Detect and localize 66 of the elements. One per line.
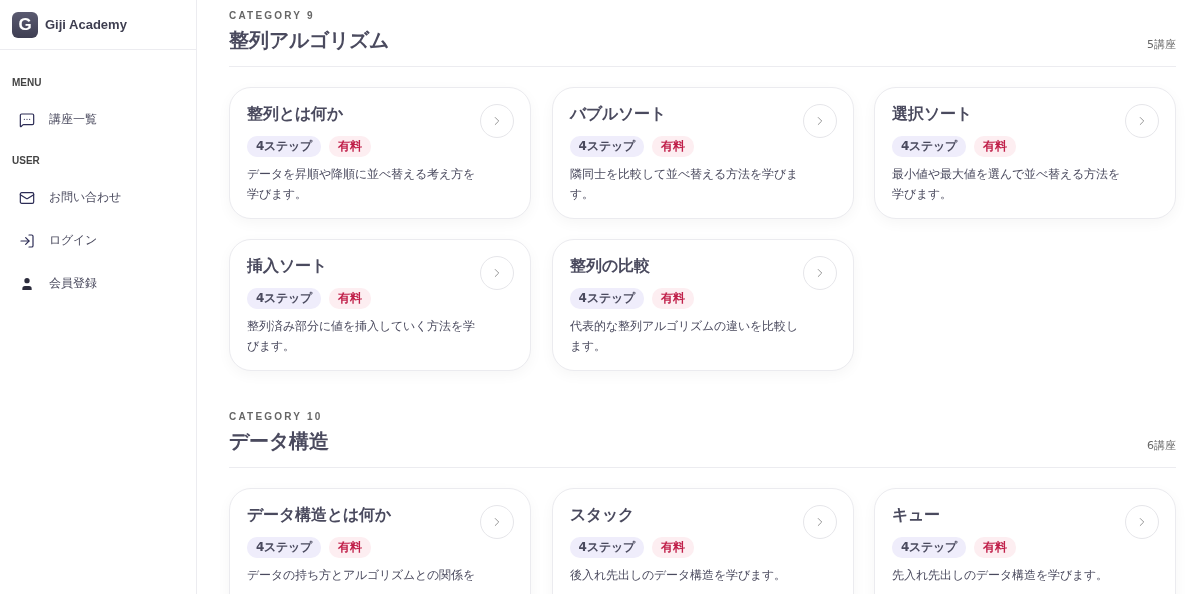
- category-label: CATEGORY 10: [229, 411, 324, 422]
- course-card[interactable]: バブルソート 4ステップ 有料 隣同士を比較して並べ替える方法を学びます。: [551, 87, 854, 219]
- chat-icon: [19, 111, 35, 128]
- open-course-button[interactable]: [802, 104, 837, 138]
- steps-tag: 4ステップ: [569, 136, 644, 157]
- paid-tag: 有料: [974, 136, 1017, 157]
- course-count: 5講座: [1147, 37, 1176, 52]
- category-title: データ構造: [229, 428, 329, 455]
- course-title: 挿入ソート: [247, 256, 327, 277]
- steps-tag: 4ステップ: [892, 537, 967, 558]
- course-description: データの持ち方とアルゴリズムとの関係を: [247, 567, 476, 584]
- course-description: 後入れ先出しのデータ構造を学びます。: [569, 567, 787, 584]
- open-course-button[interactable]: [1125, 505, 1159, 539]
- course-title: スタック: [569, 505, 634, 526]
- course-title: データ構造とは何か: [247, 505, 391, 526]
- open-course-button[interactable]: [1125, 104, 1159, 138]
- paid-tag: 有料: [329, 136, 372, 157]
- person-icon: [19, 275, 35, 292]
- open-course-button[interactable]: [480, 256, 514, 290]
- open-course-button[interactable]: [480, 505, 514, 539]
- steps-tag: 4ステップ: [247, 537, 322, 558]
- paid-tag: 有料: [329, 288, 372, 309]
- brand-name: Giji Academy: [45, 17, 127, 32]
- open-course-button[interactable]: [480, 104, 514, 138]
- course-description: 最小値や最大値を選んで並べ替える方法を学びます。: [892, 166, 1121, 203]
- course-card[interactable]: 挿入ソート 4ステップ 有料 整列済み部分に値を挿入していく方法を学びます。: [229, 239, 531, 371]
- course-title: 整列とは何か: [247, 104, 343, 125]
- category-title: 整列アルゴリズム: [229, 27, 389, 54]
- course-description: データを昇順や降順に並べ替える考え方を学びます。: [247, 166, 476, 203]
- mail-icon: [19, 189, 35, 206]
- course-title: キュー: [892, 505, 940, 526]
- logo: G: [12, 11, 38, 38]
- course-card[interactable]: 選択ソート 4ステップ 有料 最小値や最大値を選んで並べ替える方法を学びます。: [874, 87, 1176, 219]
- paid-tag: 有料: [974, 537, 1017, 558]
- course-title: 整列の比較: [569, 256, 650, 277]
- steps-tag: 4ステップ: [569, 288, 644, 309]
- course-card[interactable]: キュー 4ステップ 有料 先入れ先出しのデータ構造を学びます。: [874, 488, 1176, 594]
- sidebar-heading: USER: [11, 154, 41, 168]
- steps-tag: 4ステップ: [247, 288, 322, 309]
- course-description: 整列済み部分に値を挿入していく方法を学びます。: [247, 318, 476, 355]
- steps-tag: 4ステップ: [247, 136, 322, 157]
- open-course-button[interactable]: [802, 505, 837, 539]
- course-card[interactable]: データ構造とは何か 4ステップ 有料 データの持ち方とアルゴリズムとの関係を: [229, 488, 531, 594]
- login-icon: [19, 232, 35, 249]
- course-card[interactable]: スタック 4ステップ 有料 後入れ先出しのデータ構造を学びます。: [551, 488, 854, 594]
- steps-tag: 4ステップ: [569, 537, 644, 558]
- course-description: 先入れ先出しのデータ構造を学びます。: [892, 567, 1109, 584]
- course-card[interactable]: 整列の比較 4ステップ 有料 代表的な整列アルゴリズムの違いを比較します。: [551, 239, 854, 371]
- course-card[interactable]: 整列とは何か 4ステップ 有料 データを昇順や降順に並べ替える考え方を学びます。: [229, 87, 531, 219]
- sidebar-heading: MENU: [11, 76, 43, 90]
- paid-tag: 有料: [651, 288, 694, 309]
- course-description: 代表的な整列アルゴリズムの違いを比較します。: [569, 318, 799, 355]
- steps-tag: 4ステップ: [892, 136, 967, 157]
- course-count: 6講座: [1147, 438, 1176, 453]
- sidebar-item[interactable]: お問い合わせ: [0, 176, 196, 219]
- open-course-button[interactable]: [802, 256, 837, 290]
- sidebar-item[interactable]: 講座一覧: [0, 98, 196, 141]
- course-title: 選択ソート: [892, 104, 972, 125]
- paid-tag: 有料: [329, 537, 372, 558]
- course-title: バブルソート: [569, 104, 666, 125]
- course-description: 隣同士を比較して並べ替える方法を学びます。: [569, 166, 799, 203]
- paid-tag: 有料: [651, 537, 694, 558]
- paid-tag: 有料: [651, 136, 694, 157]
- category-label: CATEGORY 9: [229, 10, 316, 21]
- sidebar-item[interactable]: 会員登録: [0, 262, 196, 305]
- sidebar-item[interactable]: ログイン: [0, 219, 196, 262]
